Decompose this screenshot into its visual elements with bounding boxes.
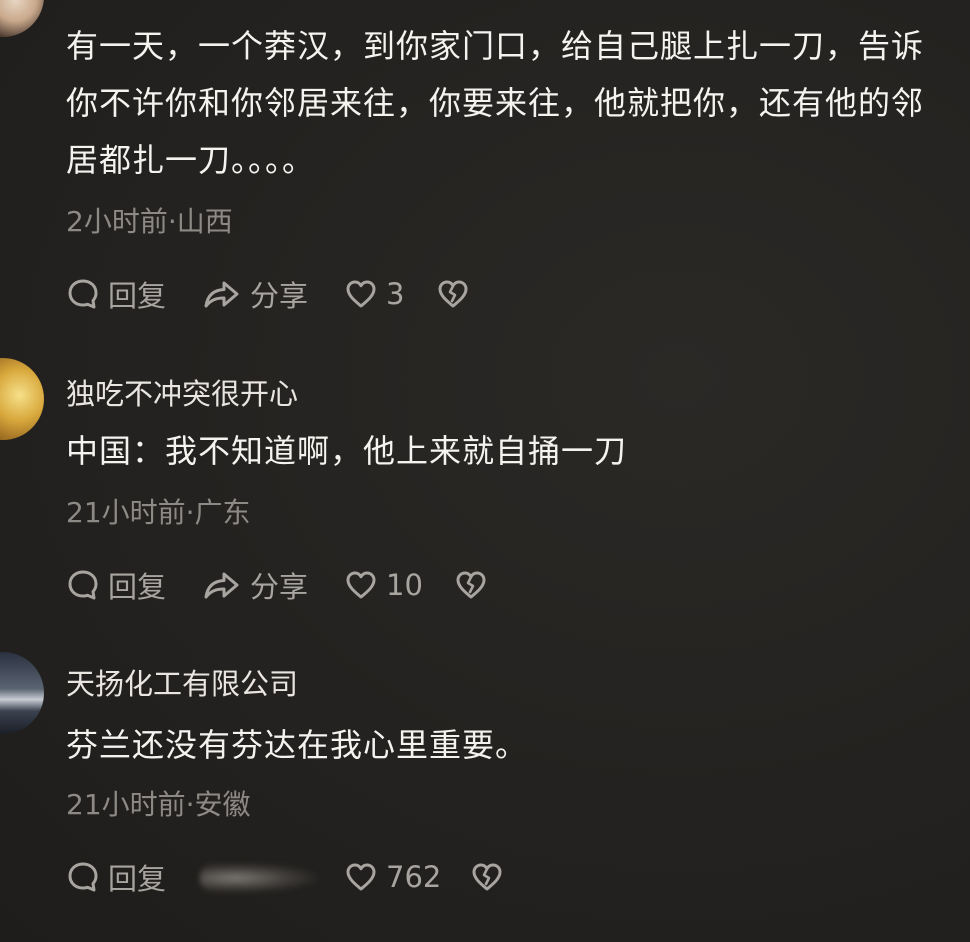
- comment-actions: 回复 分享 3: [66, 274, 946, 314]
- reply-button[interactable]: 回复: [66, 274, 166, 314]
- blurred-share-button[interactable]: [200, 863, 318, 893]
- reply-label: 回复: [108, 279, 167, 313]
- comment-text: 芬兰还没有芬达在我心里重要。: [66, 726, 529, 764]
- broken-heart-icon: [470, 860, 504, 894]
- dislike-button[interactable]: [470, 857, 504, 897]
- heart-icon: [344, 568, 378, 602]
- comment-bubble-icon: [66, 568, 100, 602]
- comment-actions: 回复 分享 10: [66, 565, 946, 605]
- share-button[interactable]: 分享: [202, 565, 308, 605]
- like-button[interactable]: 3: [344, 274, 404, 314]
- share-label: 分享: [250, 570, 309, 604]
- reply-label: 回复: [108, 570, 167, 604]
- avatar[interactable]: [0, 0, 44, 37]
- broken-heart-icon: [436, 277, 470, 311]
- like-button[interactable]: 10: [344, 565, 423, 605]
- dislike-button[interactable]: [454, 565, 488, 605]
- comment-bubble-icon: [66, 277, 100, 311]
- comment-meta: 21小时前·安徽: [66, 788, 251, 821]
- username[interactable]: 天扬化工有限公司: [66, 661, 298, 703]
- like-count: 3: [386, 277, 405, 311]
- like-count: 10: [386, 568, 423, 602]
- comment-meta: 2小时前·山西: [66, 205, 233, 238]
- reply-button[interactable]: 回复: [66, 565, 166, 605]
- comment-text: 有一天，一个莽汉，到你家门口，给自己腿上扎一刀，告诉你不许你和你邻居来往，你要来…: [66, 27, 925, 179]
- like-button[interactable]: 762: [344, 857, 441, 897]
- comment-bubble-icon: [66, 860, 100, 894]
- comment-actions: 回复 762: [66, 857, 946, 897]
- share-arrow-icon: [202, 568, 242, 602]
- avatar[interactable]: [0, 358, 44, 440]
- heart-icon: [344, 277, 378, 311]
- reply-button[interactable]: 回复: [66, 857, 166, 897]
- share-arrow-icon: [202, 277, 242, 311]
- broken-heart-icon: [454, 568, 488, 602]
- like-count: 762: [386, 860, 442, 894]
- share-label: 分享: [250, 279, 309, 313]
- username[interactable]: 独吃不冲突很开心: [66, 371, 298, 413]
- reply-label: 回复: [108, 862, 167, 896]
- comment-meta: 21小时前·广东: [66, 496, 251, 529]
- dislike-button[interactable]: [436, 274, 470, 314]
- avatar[interactable]: [0, 652, 44, 734]
- heart-icon: [344, 860, 378, 894]
- share-button[interactable]: 分享: [202, 274, 308, 314]
- comment-text: 中国：我不知道啊，他上来就自捅一刀: [66, 432, 628, 470]
